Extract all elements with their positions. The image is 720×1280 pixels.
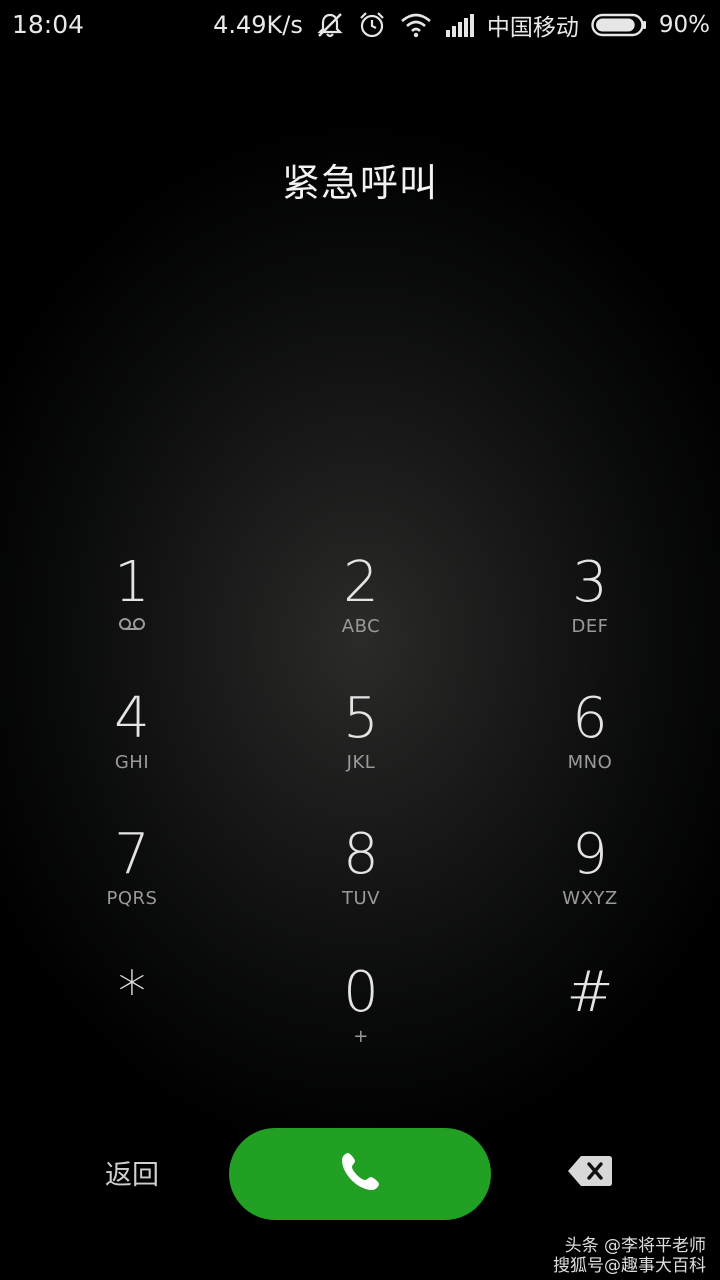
watermark: 头条 @李将平老师 搜狐号@趣事大百科	[506, 1236, 706, 1276]
alarm-icon	[357, 10, 387, 40]
delete-button[interactable]	[560, 1150, 620, 1196]
key-digit: #	[566, 960, 614, 1025]
phone-icon	[336, 1148, 384, 1200]
key-4[interactable]: 4 GHI	[32, 684, 232, 804]
wifi-icon	[399, 10, 433, 40]
key-digit: 5	[343, 686, 379, 751]
key-hash[interactable]: #	[490, 958, 690, 1078]
key-1[interactable]: 1	[32, 548, 232, 668]
key-letters: WXYZ	[562, 888, 618, 909]
key-letters: ABC	[341, 616, 381, 637]
signal-icon	[445, 10, 475, 40]
key-digit: 4	[114, 686, 150, 751]
battery-percent: 90%	[658, 12, 710, 38]
key-letters: PQRS	[106, 888, 158, 909]
voicemail-icon	[32, 616, 232, 638]
key-digit: 1	[114, 550, 150, 615]
key-digit: *	[118, 960, 146, 1025]
key-letters: TUV	[342, 888, 380, 909]
battery-icon	[591, 10, 647, 40]
status-indicators: 4.49K/s 中国移动 90%	[213, 8, 710, 42]
key-digit: 6	[572, 686, 608, 751]
watermark-line-1: 头条 @李将平老师	[564, 1236, 706, 1256]
key-0[interactable]: 0 +	[261, 958, 461, 1078]
bottom-action-bar: 返回	[0, 1120, 720, 1230]
watermark-line-2: 搜狐号@趣事大百科	[553, 1256, 706, 1276]
key-digit: 0	[343, 960, 379, 1025]
mute-icon	[315, 10, 345, 40]
key-digit: 9	[572, 822, 608, 887]
key-5[interactable]: 5 JKL	[261, 684, 461, 804]
status-time: 18:04	[12, 10, 85, 39]
key-letters: +	[353, 1026, 369, 1047]
call-button[interactable]	[229, 1128, 491, 1220]
backspace-icon	[567, 1154, 613, 1192]
key-6[interactable]: 6 MNO	[490, 684, 690, 804]
network-speed: 4.49K/s	[213, 11, 303, 39]
status-bar: 18:04 4.49K/s 中国移动 90%	[0, 0, 720, 52]
key-digit: 7	[114, 822, 150, 887]
key-3[interactable]: 3 DEF	[490, 548, 690, 668]
key-letters: JKL	[346, 752, 376, 773]
key-letters: GHI	[114, 752, 150, 773]
key-digit: 3	[572, 550, 608, 615]
key-digit: 2	[343, 550, 379, 615]
key-letters: MNO	[567, 752, 613, 773]
key-7[interactable]: 7 PQRS	[32, 820, 232, 940]
key-digit: 8	[343, 822, 379, 887]
key-8[interactable]: 8 TUV	[261, 820, 461, 940]
key-letters: DEF	[571, 616, 609, 637]
page-title: 紧急呼叫	[281, 161, 438, 205]
key-9[interactable]: 9 WXYZ	[490, 820, 690, 940]
carrier-name: 中国移动	[486, 15, 579, 41]
key-2[interactable]: 2 ABC	[261, 548, 461, 668]
back-button[interactable]: 返回	[84, 1156, 180, 1196]
key-star[interactable]: *	[32, 958, 232, 1078]
